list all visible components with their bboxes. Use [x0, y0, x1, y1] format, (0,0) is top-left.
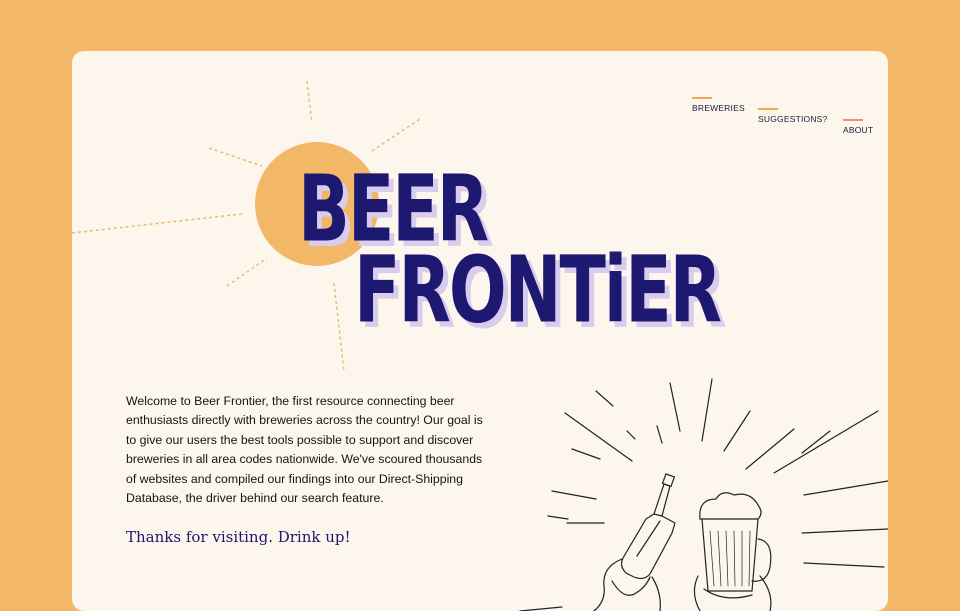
nav-suggestions[interactable]: SUGGESTIONS? — [758, 108, 828, 124]
intro-paragraph: Welcome to Beer Frontier, the first reso… — [126, 394, 483, 506]
nav-about[interactable]: ABOUT — [843, 119, 874, 135]
main-card: BEER FRONTiER BREWERIES SUGGESTIONS? ABO… — [72, 51, 888, 611]
nav-suggestions-label: SUGGESTIONS? — [758, 114, 828, 124]
nav-accent-bar — [692, 97, 712, 99]
nav-breweries-label: BREWERIES — [692, 103, 745, 113]
nav-about-label: ABOUT — [843, 125, 874, 135]
nav-accent-bar — [758, 108, 778, 110]
tagline: Thanks for visiting. Drink up! — [126, 528, 351, 546]
nav-accent-bar — [843, 119, 863, 121]
beer-toast-illustration — [519, 378, 888, 611]
logo-line-frontier: FRONTiER — [354, 237, 722, 345]
nav-breweries[interactable]: BREWERIES — [692, 97, 745, 113]
